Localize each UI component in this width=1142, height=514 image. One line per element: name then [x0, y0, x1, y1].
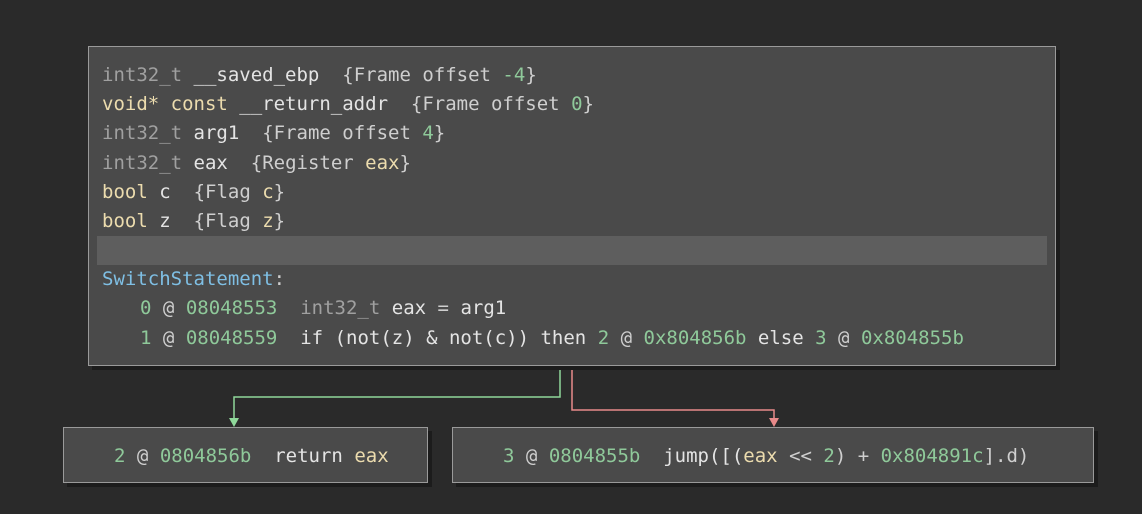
var-line[interactable]: bool z {Flag z}: [89, 207, 1055, 236]
var-location-close: }: [525, 64, 537, 86]
else-at: @: [838, 326, 850, 349]
instr-address[interactable]: 0804855b: [549, 445, 641, 467]
var-name[interactable]: __return_addr: [239, 93, 388, 115]
var-line[interactable]: int32_t __saved_ebp {Frame offset -4}: [89, 61, 1055, 90]
instr-index: 0: [140, 297, 152, 320]
instr-at: @: [525, 445, 538, 467]
var-location: {Flag: [193, 180, 263, 203]
var-type: int32_t: [102, 64, 183, 86]
instr-at: @: [162, 326, 175, 349]
plus-op: ) +: [834, 445, 881, 467]
jump-expr-open: jump([(: [663, 445, 744, 467]
then-address[interactable]: 0x804856b: [644, 327, 747, 349]
instr-index: 2: [114, 445, 126, 467]
var-type: int32_t: [102, 151, 183, 174]
instruction-line[interactable]: 1 @ 08048559 if (not(z) & not(c)) then 2…: [89, 324, 1055, 353]
instruction-line[interactable]: 0 @ 08048553 int32_t eax = arg1: [89, 294, 1055, 323]
instruction-line[interactable]: 2 @ 0804856b return eax: [114, 428, 389, 484]
var-line[interactable]: int32_t eax {Register eax}: [89, 149, 1055, 178]
var-location: {Frame offset: [410, 93, 572, 116]
shift-amount: 2: [823, 445, 835, 467]
var-location-value: eax: [365, 151, 400, 174]
var-location-value: 4: [422, 122, 434, 145]
var-location: {Frame offset: [342, 64, 503, 86]
basic-block-false-branch[interactable]: 3 @ 0804855b jump([(eax << 2) + 0x804891…: [452, 427, 1094, 483]
var-location-value: -4: [502, 64, 526, 86]
var-location: {Flag: [193, 209, 263, 232]
instr-index: 3: [503, 445, 515, 467]
var-line[interactable]: void* const __return_addr {Frame offset …: [89, 90, 1055, 119]
condition[interactable]: (not(z) & not(c)): [335, 327, 529, 349]
instruction-line[interactable]: 3 @ 0804855b jump([(eax << 2) + 0x804891…: [503, 428, 1029, 484]
instr-at: @: [136, 445, 149, 467]
instr-address[interactable]: 08048553: [186, 297, 278, 319]
then-index: 2: [597, 326, 610, 349]
basic-block-true-branch[interactable]: 2 @ 0804856b return eax: [63, 427, 428, 483]
instr-at: @: [162, 297, 175, 320]
var-location-value: z: [262, 209, 274, 232]
separator-row: [97, 236, 1047, 266]
shift-op: <<: [777, 445, 824, 467]
block-label-line[interactable]: SwitchStatement:: [89, 265, 1055, 294]
var-line[interactable]: bool c {Flag c}: [89, 178, 1055, 207]
false-branch-arrow: [769, 418, 779, 427]
instr-address[interactable]: 0804856b: [160, 445, 252, 467]
instr-type: int32_t: [300, 297, 381, 320]
var-line[interactable]: int32_t arg1 {Frame offset 4}: [89, 119, 1055, 148]
if-keyword: if: [300, 326, 324, 349]
return-keyword: return: [274, 445, 343, 467]
var-type: void* const: [102, 93, 228, 116]
false-branch-edge: [571, 366, 775, 419]
jump-register[interactable]: eax: [743, 445, 777, 467]
true-branch-arrow: [229, 418, 239, 427]
return-register[interactable]: eax: [354, 445, 388, 467]
instr-op: =: [437, 297, 449, 320]
jump-table-base[interactable]: 0x804891c: [881, 445, 984, 467]
var-location-close: }: [273, 180, 286, 203]
var-location-value: 0: [571, 93, 583, 116]
then-keyword: then: [540, 326, 587, 349]
var-name[interactable]: arg1: [194, 122, 240, 144]
var-location: {Frame offset: [262, 122, 423, 145]
instr-address[interactable]: 08048559: [186, 327, 278, 349]
else-address[interactable]: 0x804855b: [861, 327, 964, 349]
var-name[interactable]: z: [159, 210, 170, 232]
true-branch-edge: [233, 366, 561, 419]
var-type: int32_t: [102, 122, 183, 145]
var-location-close: }: [433, 122, 446, 145]
then-at: @: [620, 326, 633, 349]
block-label[interactable]: SwitchStatement: [102, 268, 274, 290]
var-location-close: }: [582, 93, 594, 116]
instr-index: 1: [140, 326, 152, 349]
var-name[interactable]: eax: [194, 152, 228, 174]
var-location: {Register: [250, 151, 366, 174]
var-type: bool: [102, 209, 148, 232]
var-location-close: }: [399, 151, 411, 174]
block-label-colon: :: [273, 268, 286, 291]
var-type: bool: [102, 180, 148, 203]
else-keyword: else: [757, 326, 804, 349]
var-location-close: }: [273, 209, 286, 232]
var-name[interactable]: c: [159, 181, 170, 203]
var-location-value: c: [262, 180, 274, 203]
instr-dest[interactable]: eax: [392, 297, 426, 319]
else-index: 3: [815, 326, 827, 349]
instr-src[interactable]: arg1: [460, 297, 506, 319]
jump-expr-close: ].d): [983, 445, 1030, 467]
basic-block-switch-statement[interactable]: int32_t __saved_ebp {Frame offset -4} vo…: [88, 46, 1056, 366]
var-name[interactable]: __saved_ebp: [194, 64, 320, 86]
